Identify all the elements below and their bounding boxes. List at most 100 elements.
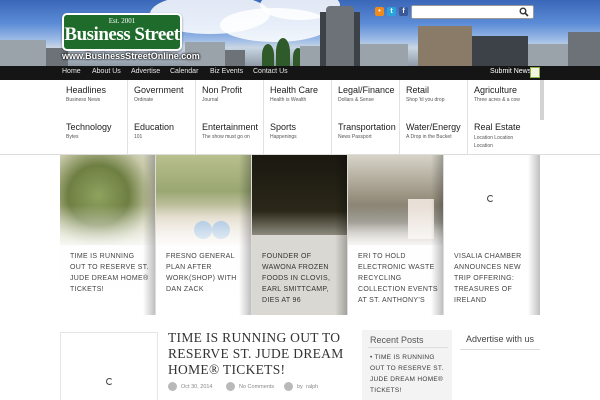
menu-item-title: Education: [134, 122, 175, 132]
menu-item-title: Legal/Finance: [338, 85, 395, 95]
twitter-icon[interactable]: t: [387, 7, 396, 16]
slide-item[interactable]: FOUNDER OF WAWONA FROZEN FOODS IN CLOVIS…: [252, 155, 348, 315]
menu-item-title: Headlines: [66, 85, 107, 95]
tree: [262, 44, 274, 66]
slide-image-portrait: [252, 155, 347, 235]
slide-caption: ERI TO HOLD ELECTRONIC WASTE RECYCLING C…: [358, 253, 438, 304]
menu-item-title: Non Profit: [202, 85, 243, 95]
menu-item-subtitle: Health is Wealth: [270, 97, 307, 103]
nav-calendar[interactable]: Calendar: [170, 68, 198, 75]
menu-item-agriculture[interactable]: Agriculture Three acres & a cow: [468, 80, 536, 117]
skyline-building: [568, 32, 600, 66]
slide-shadow: [143, 155, 155, 315]
menu-item-real-estate[interactable]: Real Estate Location Location Location: [468, 117, 536, 154]
post-title[interactable]: TIME IS RUNNING OUT TO RESERVE ST. JUDE …: [168, 330, 356, 378]
menu-item-title: Retail: [406, 85, 430, 95]
skyline-building: [225, 50, 245, 66]
social-icons: • t f: [375, 7, 408, 16]
header-banner: Est. 2001 Business Street www.BusinessSt…: [0, 0, 600, 66]
document-icon[interactable]: [530, 67, 540, 78]
skyline-building: [360, 44, 408, 66]
search-icon[interactable]: [519, 7, 529, 17]
advertise-heading: Advertise with us: [466, 334, 535, 344]
menu-item-technology[interactable]: Technology Bytes: [60, 117, 128, 154]
slide-item[interactable]: ERI TO HOLD ELECTRONIC WASTE RECYCLING C…: [348, 155, 444, 315]
slide-item[interactable]: VISALIA CHAMBER ANNOUNCES NEW TRIP OFFER…: [444, 155, 540, 315]
loading-spinner-icon: [487, 195, 494, 202]
nav-home[interactable]: Home: [62, 68, 81, 75]
menu-item-subtitle: News Passport: [338, 134, 372, 140]
menu-item-education[interactable]: Education 101: [128, 117, 196, 154]
menu-item-subtitle: Three acres & a cow: [474, 97, 520, 103]
menu-item-sports[interactable]: Sports Happenings: [264, 117, 332, 154]
slide-caption: FRESNO GENERAL PLAN AFTER WORK(SHOP) WIT…: [166, 253, 237, 293]
menu-item-legal-finance[interactable]: Legal/Finance Dollars & Sense: [332, 80, 400, 117]
post-comments-link[interactable]: No Comments: [239, 384, 274, 390]
logo-sign: Est. 2001 Business Street: [62, 13, 182, 51]
tree: [276, 38, 290, 66]
slide-shadow: [239, 155, 251, 315]
menu-item-subtitle: A Drop in the Bucket: [406, 134, 452, 140]
menu-item-title: Health Care: [270, 85, 319, 95]
post-author-link[interactable]: ralph: [306, 384, 318, 390]
logo-name: Business Street: [64, 24, 180, 45]
search-input[interactable]: [411, 5, 534, 19]
rss-icon[interactable]: •: [375, 7, 384, 16]
slide-caption: TIME IS RUNNING OUT TO RESERVE ST. JUDE …: [70, 253, 149, 293]
menu-item-subtitle: Dollars & Sense: [338, 97, 374, 103]
menu-item-title: Entertainment: [202, 122, 259, 132]
menu-item-subtitle: The show must go on: [202, 134, 250, 140]
menu-item-entertainment[interactable]: Entertainment The show must go on: [196, 117, 264, 154]
skyline-building: [418, 26, 472, 66]
logo-url: www.BusinessStreetOnline.com: [62, 51, 200, 61]
menu-item-subtitle: Journal: [202, 97, 219, 103]
nav-contact-us[interactable]: Contact Us: [253, 68, 288, 75]
menu-item-title: Technology: [66, 122, 112, 132]
menu-item-government[interactable]: Government Ordinate: [128, 80, 196, 117]
menu-item-headlines[interactable]: Headlines Business News: [60, 80, 128, 117]
recent-posts-widget: Recent Posts • TIME IS RUNNING OUT TO RE…: [362, 330, 452, 400]
menu-scrollbar[interactable]: [540, 80, 544, 120]
menu-item-subtitle: Bytes: [66, 134, 79, 140]
slide-item[interactable]: TIME IS RUNNING OUT TO RESERVE ST. JUDE …: [60, 155, 156, 315]
menu-item-transportation[interactable]: Transportation News Passport: [332, 117, 400, 154]
menu-item-title: Agriculture: [474, 85, 518, 95]
menu-item-retail[interactable]: Retail Shop 'til you drop: [400, 80, 468, 117]
user-icon: [284, 382, 293, 391]
menu-item-water-energy[interactable]: Water/Energy A Drop in the Bucket: [400, 117, 468, 154]
menu-item-title: Real Estate: [474, 122, 521, 132]
site-logo[interactable]: Est. 2001 Business Street www.BusinessSt…: [62, 13, 200, 63]
slide-shadow: [335, 155, 347, 315]
slide-shadow: [528, 155, 540, 315]
slide-shadow: [431, 155, 443, 315]
submit-news-link[interactable]: Submit News: [490, 68, 531, 75]
menu-item-subtitle: Location Location Location: [474, 135, 514, 149]
menu-item-subtitle: 101: [134, 134, 143, 140]
category-menu: Headlines Business News Government Ordin…: [60, 80, 540, 154]
skyline-building: [472, 36, 528, 66]
slide-caption: FOUNDER OF WAWONA FROZEN FOODS IN CLOVIS…: [262, 253, 331, 304]
menu-item-title: Water/Energy: [406, 122, 461, 132]
menu-item-non-profit[interactable]: Non Profit Journal: [196, 80, 264, 117]
recent-post-link[interactable]: • TIME IS RUNNING OUT TO RESERVE ST. JUD…: [370, 352, 444, 396]
slide-item[interactable]: FRESNO GENERAL PLAN AFTER WORK(SHOP) WIT…: [156, 155, 252, 315]
menu-item-subtitle: Shop 'til you drop: [406, 97, 445, 103]
nav-about-us[interactable]: About Us: [92, 68, 121, 75]
featured-slider: TIME IS RUNNING OUT TO RESERVE ST. JUDE …: [60, 155, 540, 315]
menu-item-health-care[interactable]: Health Care Health is Wealth: [264, 80, 332, 117]
post-date: Oct 30, 2014: [181, 384, 213, 390]
menu-item-subtitle: Happenings: [270, 134, 297, 140]
top-nav: Home About Us Advertise Calendar Biz Eve…: [0, 66, 600, 80]
menu-item-subtitle: Business News: [66, 97, 101, 103]
recent-posts-heading: Recent Posts: [370, 335, 424, 345]
facebook-icon[interactable]: f: [399, 7, 408, 16]
calendar-icon: [168, 382, 177, 391]
nav-advertise[interactable]: Advertise: [131, 68, 160, 75]
loading-spinner-icon: [106, 378, 113, 385]
menu-item-title: Government: [134, 85, 184, 95]
menu-item-subtitle: Ordinate: [134, 97, 154, 103]
divider: [368, 347, 448, 348]
slide-caption: VISALIA CHAMBER ANNOUNCES NEW TRIP OFFER…: [454, 253, 522, 304]
nav-biz-events[interactable]: Biz Events: [210, 68, 243, 75]
post-thumbnail[interactable]: [60, 332, 158, 400]
